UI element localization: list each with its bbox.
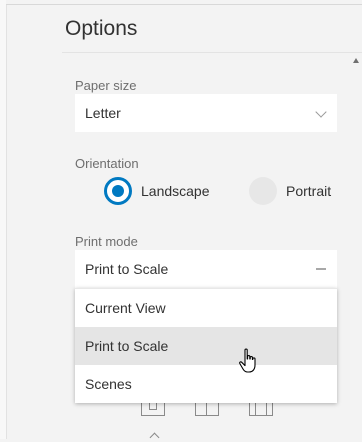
- portrait-radio[interactable]: [249, 177, 277, 205]
- left-rail: [0, 0, 7, 439]
- orientation-label: Orientation: [75, 156, 139, 171]
- menu-item-current-view[interactable]: Current View: [75, 289, 337, 327]
- title-divider: [62, 52, 362, 53]
- collapse-icon: [316, 268, 326, 270]
- chevron-down-icon: [315, 106, 327, 118]
- print-mode-select[interactable]: Print to Scale: [75, 250, 337, 288]
- paper-size-value: Letter: [85, 105, 121, 121]
- paper-size-label: Paper size: [75, 78, 137, 93]
- panel-title: Options: [65, 17, 138, 40]
- portrait-radio-label[interactable]: Portrait: [286, 183, 331, 199]
- print-mode-dropdown: Current View Print to Scale Scenes: [75, 288, 337, 403]
- landscape-radio-label[interactable]: Landscape: [141, 183, 210, 199]
- scroll-up-icon[interactable]: [353, 58, 359, 63]
- print-mode-value: Print to Scale: [85, 261, 169, 277]
- paper-size-select[interactable]: Letter: [75, 94, 337, 132]
- print-mode-label: Print mode: [75, 234, 138, 249]
- landscape-radio[interactable]: [104, 177, 132, 205]
- menu-item-scenes[interactable]: Scenes: [75, 365, 337, 403]
- chevron-up-icon: [149, 432, 160, 442]
- top-border: [6, 0, 362, 5]
- menu-item-print-to-scale[interactable]: Print to Scale: [75, 327, 337, 365]
